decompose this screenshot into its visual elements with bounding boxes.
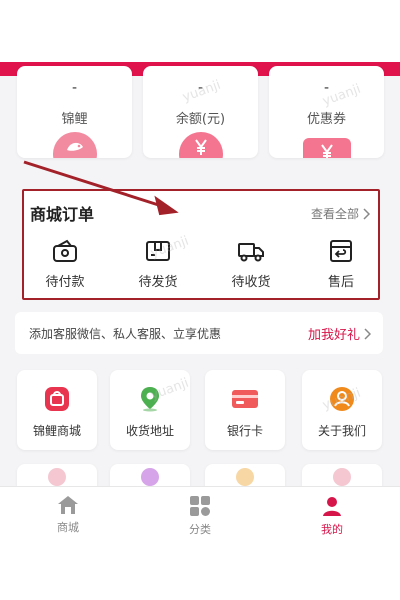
stat-card-balance[interactable]: - 余额(元) <box>143 66 258 158</box>
home-icon <box>58 496 78 514</box>
nav-label: 我的 <box>321 523 343 536</box>
stat-card-koi[interactable]: - 锦鲤 <box>17 66 132 158</box>
tile-about-us[interactable]: 关于我们 <box>302 370 382 450</box>
view-all-orders-link[interactable]: 查看全部 <box>311 205 370 222</box>
tile-label: 关于我们 <box>317 424 366 438</box>
viewport: - 锦鲤 - 余额(元) - 优惠券 商城订单 查看全部 待付款 待发货 待收货… <box>0 0 400 600</box>
tile-label: 锦鲤商城 <box>32 424 81 438</box>
profile-screen: - 锦鲤 - 余额(元) - 优惠券 商城订单 查看全部 待付款 待发货 待收货… <box>0 62 400 540</box>
order-pending-shipment[interactable]: 待发货 <box>123 239 193 290</box>
add-gift-link[interactable]: 加我好礼 <box>308 324 371 343</box>
return-icon <box>330 240 352 262</box>
promo-strip[interactable]: 添加客服微信、私人客服、立享优惠 加我好礼 <box>15 312 383 354</box>
bottom-nav: 商城 分类 我的 <box>0 486 400 540</box>
orders-title: 商城订单 <box>30 205 95 224</box>
order-label: 待发货 <box>138 275 178 290</box>
wallet-icon <box>53 239 77 262</box>
location-icon <box>141 387 159 412</box>
yen-icon <box>178 132 223 158</box>
mall-orders-card: 商城订单 查看全部 待付款 待发货 待收货 售后 <box>22 189 380 300</box>
koi-icon <box>52 132 97 158</box>
nav-item-profile[interactable]: 我的 <box>292 495 372 537</box>
partial-icon <box>236 468 254 486</box>
partial-icon <box>141 468 159 486</box>
chevron-right-icon <box>363 207 370 220</box>
order-pending-payment[interactable]: 待付款 <box>30 239 100 290</box>
promo-text: 添加客服微信、私人客服、立享优惠 <box>29 327 222 341</box>
stat-label: 锦鲤 <box>61 112 88 127</box>
order-label: 待收货 <box>231 275 271 290</box>
category-icon <box>190 496 210 516</box>
chevron-right-icon <box>364 327 371 340</box>
truck-icon <box>238 243 264 262</box>
partial-icon <box>333 468 351 486</box>
profile-icon <box>323 497 341 516</box>
view-all-label: 查看全部 <box>310 207 359 221</box>
nav-item-mall[interactable]: 商城 <box>28 495 108 535</box>
order-label: 待付款 <box>45 275 85 290</box>
tile-bank-card[interactable]: 银行卡 <box>205 370 285 450</box>
coupon-icon <box>302 138 351 158</box>
nav-label: 分类 <box>189 523 211 536</box>
stat-card-coupon[interactable]: - 优惠券 <box>269 66 384 158</box>
shop-icon <box>45 387 69 411</box>
nav-label: 商城 <box>57 521 79 534</box>
tile-label: 银行卡 <box>226 424 263 438</box>
tile-label: 收货地址 <box>125 424 174 438</box>
box-icon <box>146 241 170 261</box>
order-pending-receipt[interactable]: 待收货 <box>216 239 286 290</box>
tile-koi-mall[interactable]: 锦鲤商城 <box>17 370 97 450</box>
promo-cta-label: 加我好礼 <box>307 328 360 343</box>
partial-icon <box>48 468 66 486</box>
stat-value: - <box>323 80 330 96</box>
stat-label: 优惠券 <box>306 112 346 127</box>
stat-value: - <box>71 80 78 96</box>
nav-item-category[interactable]: 分类 <box>160 495 240 537</box>
tile-shipping-address[interactable]: 收货地址 <box>110 370 190 450</box>
about-icon <box>330 387 354 411</box>
bank-card-icon <box>232 390 258 408</box>
order-label: 售后 <box>327 275 354 290</box>
stat-label: 余额(元) <box>175 112 226 127</box>
order-after-sale[interactable]: 售后 <box>306 239 376 290</box>
stat-value: - <box>197 80 204 96</box>
